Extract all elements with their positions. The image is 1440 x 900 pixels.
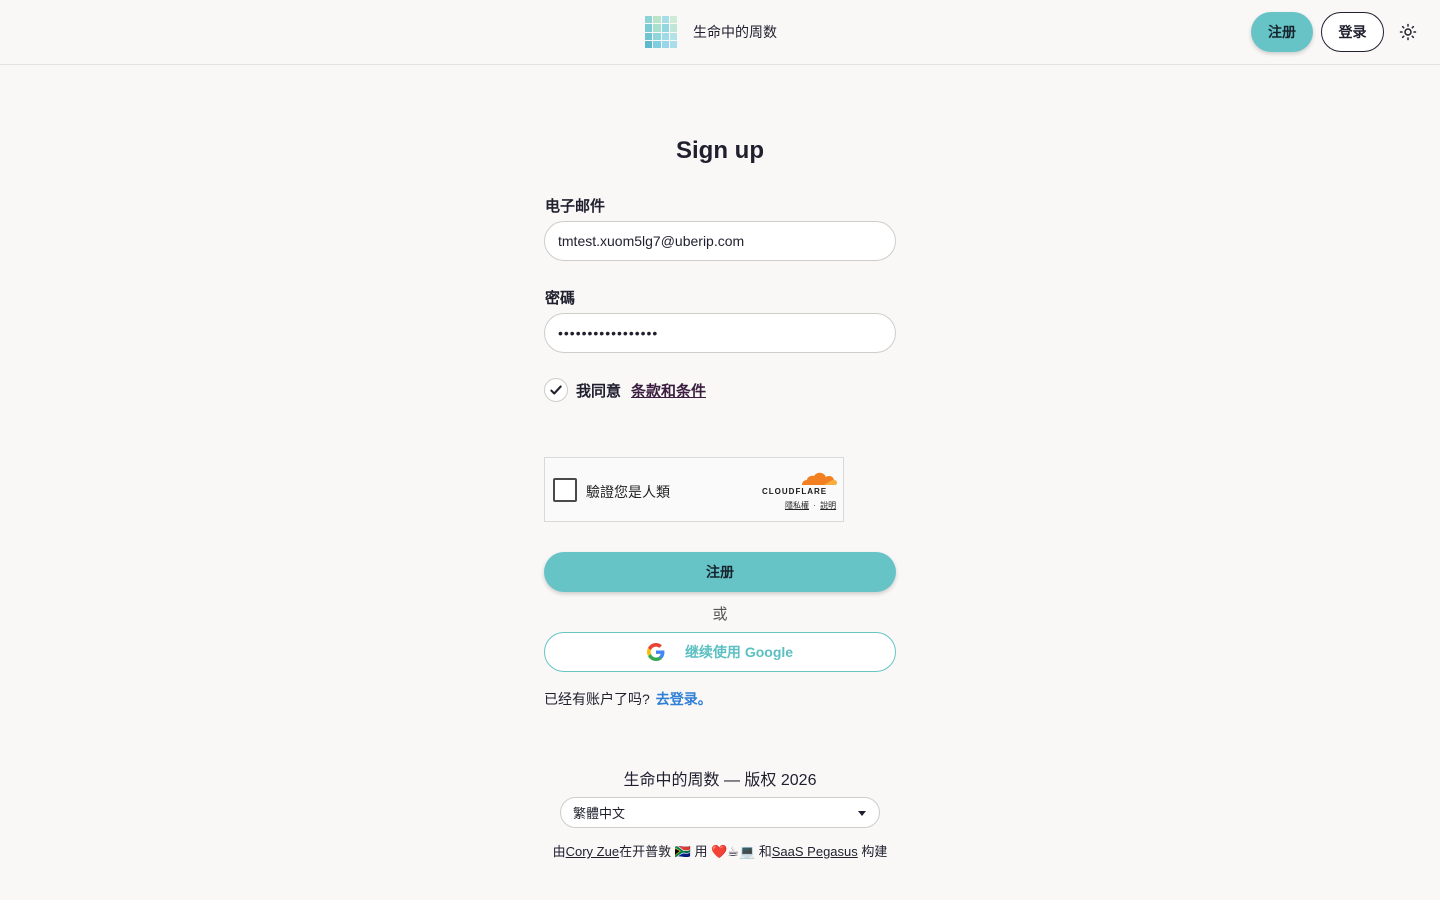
brand-link[interactable]: 生命中的周数 xyxy=(645,16,777,48)
help-link[interactable]: 說明 xyxy=(820,501,836,510)
email-label: 电子邮件 xyxy=(545,198,606,215)
cloudflare-cloud-icon xyxy=(802,472,838,485)
terms-checkbox[interactable] xyxy=(544,378,568,402)
signup-nav-button[interactable]: 注册 xyxy=(1251,12,1313,52)
author-link[interactable]: Cory Zue xyxy=(566,844,619,859)
checkmark-icon xyxy=(550,385,562,395)
google-icon xyxy=(646,643,665,661)
captcha-links: 隱私權 · 說明 xyxy=(785,500,836,511)
calendar-grid-logo-icon xyxy=(645,16,677,48)
built-middle: 在开普敦 🇿🇦 用 ❤️☕💻 和 xyxy=(619,844,772,859)
sun-icon[interactable] xyxy=(1397,21,1419,43)
built-prefix: 由 xyxy=(552,844,566,859)
agree-text: 我同意 xyxy=(576,382,622,400)
pegasus-link[interactable]: SaaS Pegasus xyxy=(772,844,858,859)
caret-down-icon xyxy=(858,810,866,816)
google-button-label: 继续使用 Google xyxy=(684,644,794,660)
login-prompt: 已经有账户了吗? 去登录。 xyxy=(544,689,712,709)
terms-link[interactable]: 条款和条件 xyxy=(631,380,706,401)
language-select[interactable]: 繁體中文 xyxy=(560,797,880,828)
login-nav-button[interactable]: 登录 xyxy=(1321,12,1384,52)
captcha-label: 驗證您是人類 xyxy=(586,484,670,500)
captcha-widget: 驗證您是人類 CLOUDFLARE 隱私權 · 說明 xyxy=(544,457,844,522)
password-field[interactable] xyxy=(544,313,896,353)
password-label: 密碼 xyxy=(545,290,576,307)
top-nav: 生命中的周数 注册 登录 xyxy=(0,0,1440,65)
language-value: 繁體中文 xyxy=(573,806,626,821)
built-by-credit: 由Cory Zue在开普敦 🇿🇦 用 ❤️☕💻 和SaaS Pegasus 构建 xyxy=(0,841,1440,860)
built-suffix: 构建 xyxy=(857,844,888,859)
or-divider: 或 xyxy=(712,606,728,623)
link-separator: · xyxy=(813,501,816,510)
brand-name: 生命中的周数 xyxy=(693,24,777,40)
page-title: Sign up xyxy=(676,137,764,164)
signup-submit-button[interactable]: 注册 xyxy=(544,552,896,592)
privacy-link[interactable]: 隱私權 xyxy=(785,501,809,510)
email-field[interactable] xyxy=(544,221,896,261)
terms-agreement: 我同意 条款和条件 xyxy=(544,377,706,403)
google-signin-button[interactable]: 继续使用 Google xyxy=(544,632,896,672)
copyright-text: 生命中的周数 — 版权 2026 xyxy=(623,772,817,789)
login-link[interactable]: 去登录。 xyxy=(656,691,712,707)
captcha-checkbox[interactable] xyxy=(553,478,577,502)
have-account-text: 已经有账户了吗? xyxy=(544,691,650,707)
cloudflare-wordmark: CLOUDFLARE xyxy=(762,487,828,496)
